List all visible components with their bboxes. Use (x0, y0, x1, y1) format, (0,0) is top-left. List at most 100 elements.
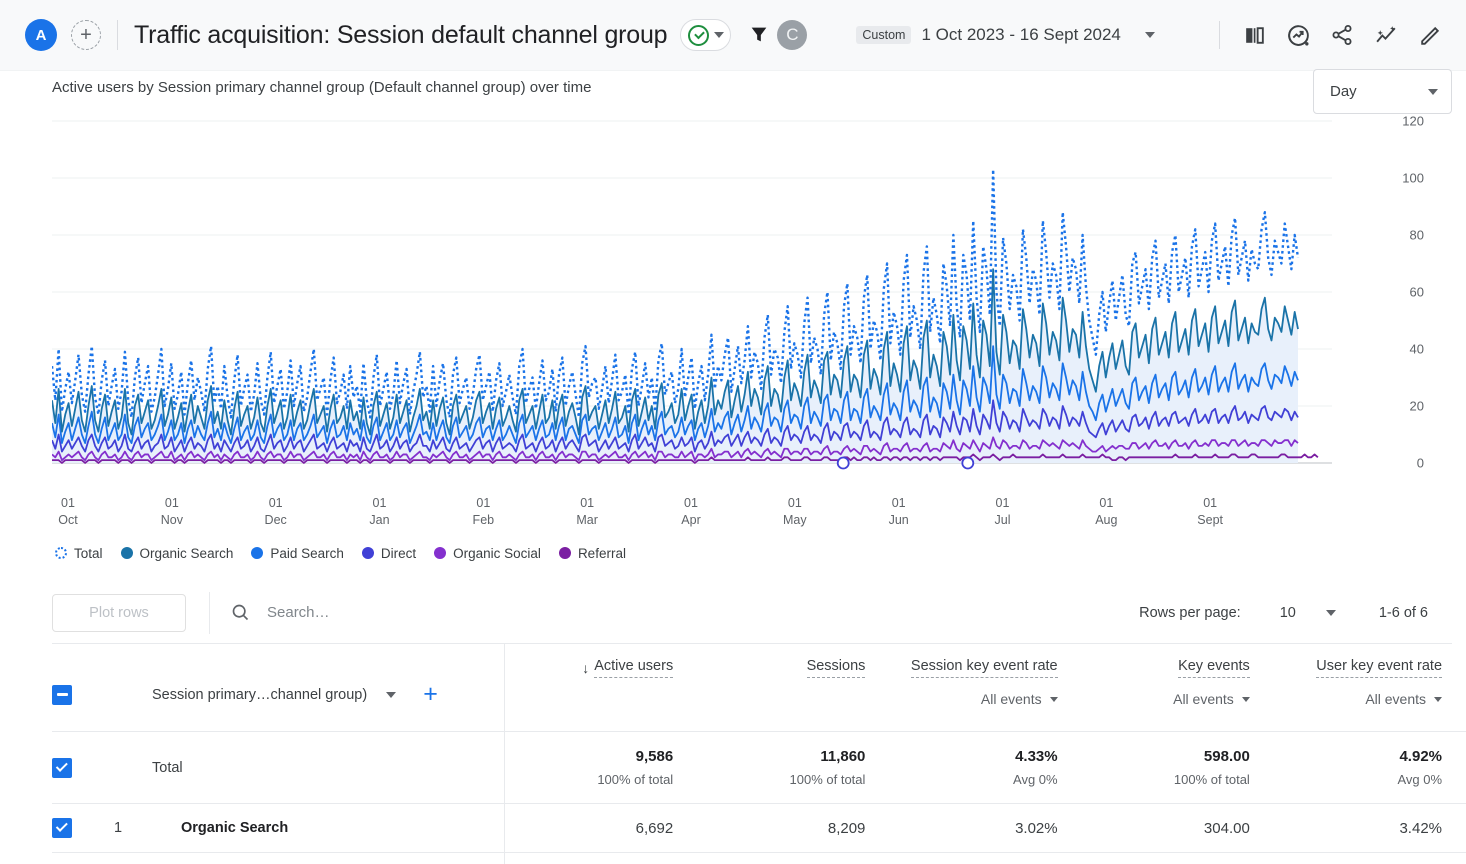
x-axis-tick: 01 Oct (58, 496, 78, 527)
x-axis-tick: 01 Jul (994, 496, 1011, 527)
legend-color-swatch (434, 547, 447, 559)
dimension-header-cell: Session primary…channel group) + (52, 644, 504, 731)
cell-active-users: 1,982 (504, 853, 697, 864)
cell-subtext: 100% of total (1173, 772, 1250, 787)
events-filter-value: All events (980, 691, 1042, 707)
cell-key-events: 304.00 (1082, 804, 1274, 852)
chart-legend: Total Organic Search Paid Search Direct Orga… (55, 539, 1452, 567)
column-label: Active users (594, 658, 674, 678)
events-filter-select[interactable]: All events (981, 691, 1058, 707)
chevron-down-icon[interactable] (386, 691, 397, 698)
add-dimension-button[interactable]: + (423, 682, 438, 707)
column-header-user-key-event-rate[interactable]: User key event rate All events (1274, 644, 1466, 731)
add-comparison-button[interactable]: + (71, 20, 101, 50)
dimension-name[interactable]: Session primary…channel group) (152, 687, 367, 703)
edit-pencil-icon[interactable] (1408, 13, 1452, 57)
cell-subtext: 100% of total (789, 772, 866, 787)
cell-value: 8,209 (827, 819, 866, 837)
y-axis-tick: 20 (1409, 398, 1424, 414)
insights-icon[interactable] (1276, 13, 1320, 57)
events-filter-select[interactable]: All events (1173, 691, 1250, 707)
events-filter-select[interactable]: All events (1365, 691, 1443, 707)
legend-color-swatch (120, 547, 133, 559)
user-avatar[interactable]: C (777, 20, 808, 50)
table-row[interactable]: 1 Organic Search 6,692 8,209 3.02% 304.0… (52, 804, 1466, 853)
date-range-picker[interactable]: Custom 1 Oct 2023 - 16 Sept 2024 (856, 25, 1155, 45)
column-label: Sessions (806, 658, 866, 678)
data-quality-badge[interactable] (680, 19, 732, 51)
legend-label: Organic Social (453, 545, 541, 561)
x-axis-tick: 01 Mar (576, 496, 598, 527)
row-dimension-cell: Total (52, 732, 504, 803)
filter-icon[interactable] (748, 24, 770, 46)
compare-icon[interactable] (1232, 13, 1276, 57)
cell-value: 9,586 (635, 748, 674, 765)
chevron-down-icon (1428, 88, 1438, 95)
chart-plot-area[interactable]: 0 20 40 60 80 100 120 (52, 105, 1452, 495)
chevron-down-icon (1144, 32, 1155, 38)
table-header-row: Session primary…channel group) + ↓ Activ… (52, 644, 1466, 732)
table-row[interactable]: 2 Paid Search 1,982 2,304 8.59% 221.00 9… (52, 853, 1466, 864)
x-axis-tick: 01 Sept (1197, 496, 1224, 527)
x-axis-tick: 01 Jun (888, 496, 909, 527)
y-axis-tick: 120 (1402, 113, 1424, 129)
cell-value: 4.33% (1015, 748, 1058, 765)
rows-per-page-control[interactable]: Rows per page: 10 (1139, 605, 1336, 621)
column-label: User key event rate (1316, 658, 1443, 678)
x-axis-tick: 01 Jan (369, 496, 390, 527)
cell-value: 11,860 (820, 748, 866, 765)
row-checkbox[interactable] (52, 818, 72, 838)
cell-subtext: Avg 0% (1397, 772, 1443, 787)
cell-sessions: 8,209 (697, 804, 889, 852)
y-axis-tick: 0 (1416, 455, 1424, 471)
search-input[interactable]: Search… (230, 602, 1139, 623)
legend-label: Total (74, 545, 103, 561)
legend-item[interactable]: Direct (361, 545, 417, 561)
y-axis-tick: 60 (1409, 284, 1424, 300)
row-label: Total (152, 759, 183, 776)
pagination-range: 1-6 of 6 (1378, 604, 1428, 621)
check-circle-icon (688, 24, 710, 46)
column-header-active-users[interactable]: ↓ Active users (504, 644, 697, 731)
legend-item[interactable]: Total (55, 546, 103, 561)
cell-sessions: 2,304 (697, 853, 889, 864)
cell-user-key-event-rate: 9.28% (1274, 853, 1466, 864)
legend-label: Paid Search (270, 545, 344, 561)
y-axis-tick: 100 (1402, 170, 1424, 186)
x-axis-tick: 01 Dec (264, 496, 287, 527)
cell-user-key-event-rate: 4.92% Avg 0% (1274, 732, 1466, 803)
cell-key-events: 598.00 100% of total (1082, 732, 1274, 803)
legend-label: Referral (577, 545, 626, 561)
row-dimension-cell: 1 Organic Search (52, 804, 504, 852)
row-label[interactable]: Organic Search (181, 820, 288, 836)
timeseries-chart (52, 120, 1332, 470)
row-index: 1 (114, 820, 123, 836)
ai-insights-icon[interactable] (1364, 13, 1408, 57)
cell-session-key-event-rate: 8.59% (889, 853, 1081, 864)
legend-item[interactable]: Referral (558, 545, 626, 561)
legend-label: Direct (380, 545, 417, 561)
cell-session-key-event-rate: 4.33% Avg 0% (889, 732, 1081, 803)
toolbar-divider (1219, 21, 1220, 49)
legend-item[interactable]: Organic Search (120, 546, 233, 561)
column-header-key-events[interactable]: Key events All events (1082, 644, 1274, 731)
x-axis-labels: 01 Oct 01 Nov 01 Dec 01 Jan 01 Feb 01 Mar 01 Apr 01 May… (52, 495, 1452, 537)
column-header-session-key-event-rate[interactable]: Session key event rate All events (889, 644, 1081, 731)
legend-item[interactable]: Organic Social (434, 546, 541, 561)
select-all-checkbox[interactable] (52, 684, 72, 705)
table-row-total[interactable]: Total 9,586 100% of total 11,860 100% of… (52, 732, 1466, 804)
account-avatar[interactable]: A (25, 19, 57, 51)
column-header-sessions[interactable]: Sessions (697, 644, 889, 731)
share-icon[interactable] (1320, 13, 1364, 57)
chart-title: Active users by Session primary channel … (52, 79, 592, 96)
x-axis-tick: 01 Aug (1095, 496, 1118, 527)
rows-per-page-value: 10 (1279, 604, 1296, 621)
header-toolbar (1219, 13, 1452, 57)
plot-rows-button[interactable]: Plot rows (52, 593, 186, 632)
legend-color-swatch (558, 547, 571, 559)
column-label: Key events (1178, 658, 1250, 678)
cell-subtext: 100% of total (597, 772, 674, 787)
legend-item[interactable]: Paid Search (251, 546, 344, 561)
row-checkbox[interactable] (52, 757, 72, 778)
controls-divider (209, 591, 210, 634)
